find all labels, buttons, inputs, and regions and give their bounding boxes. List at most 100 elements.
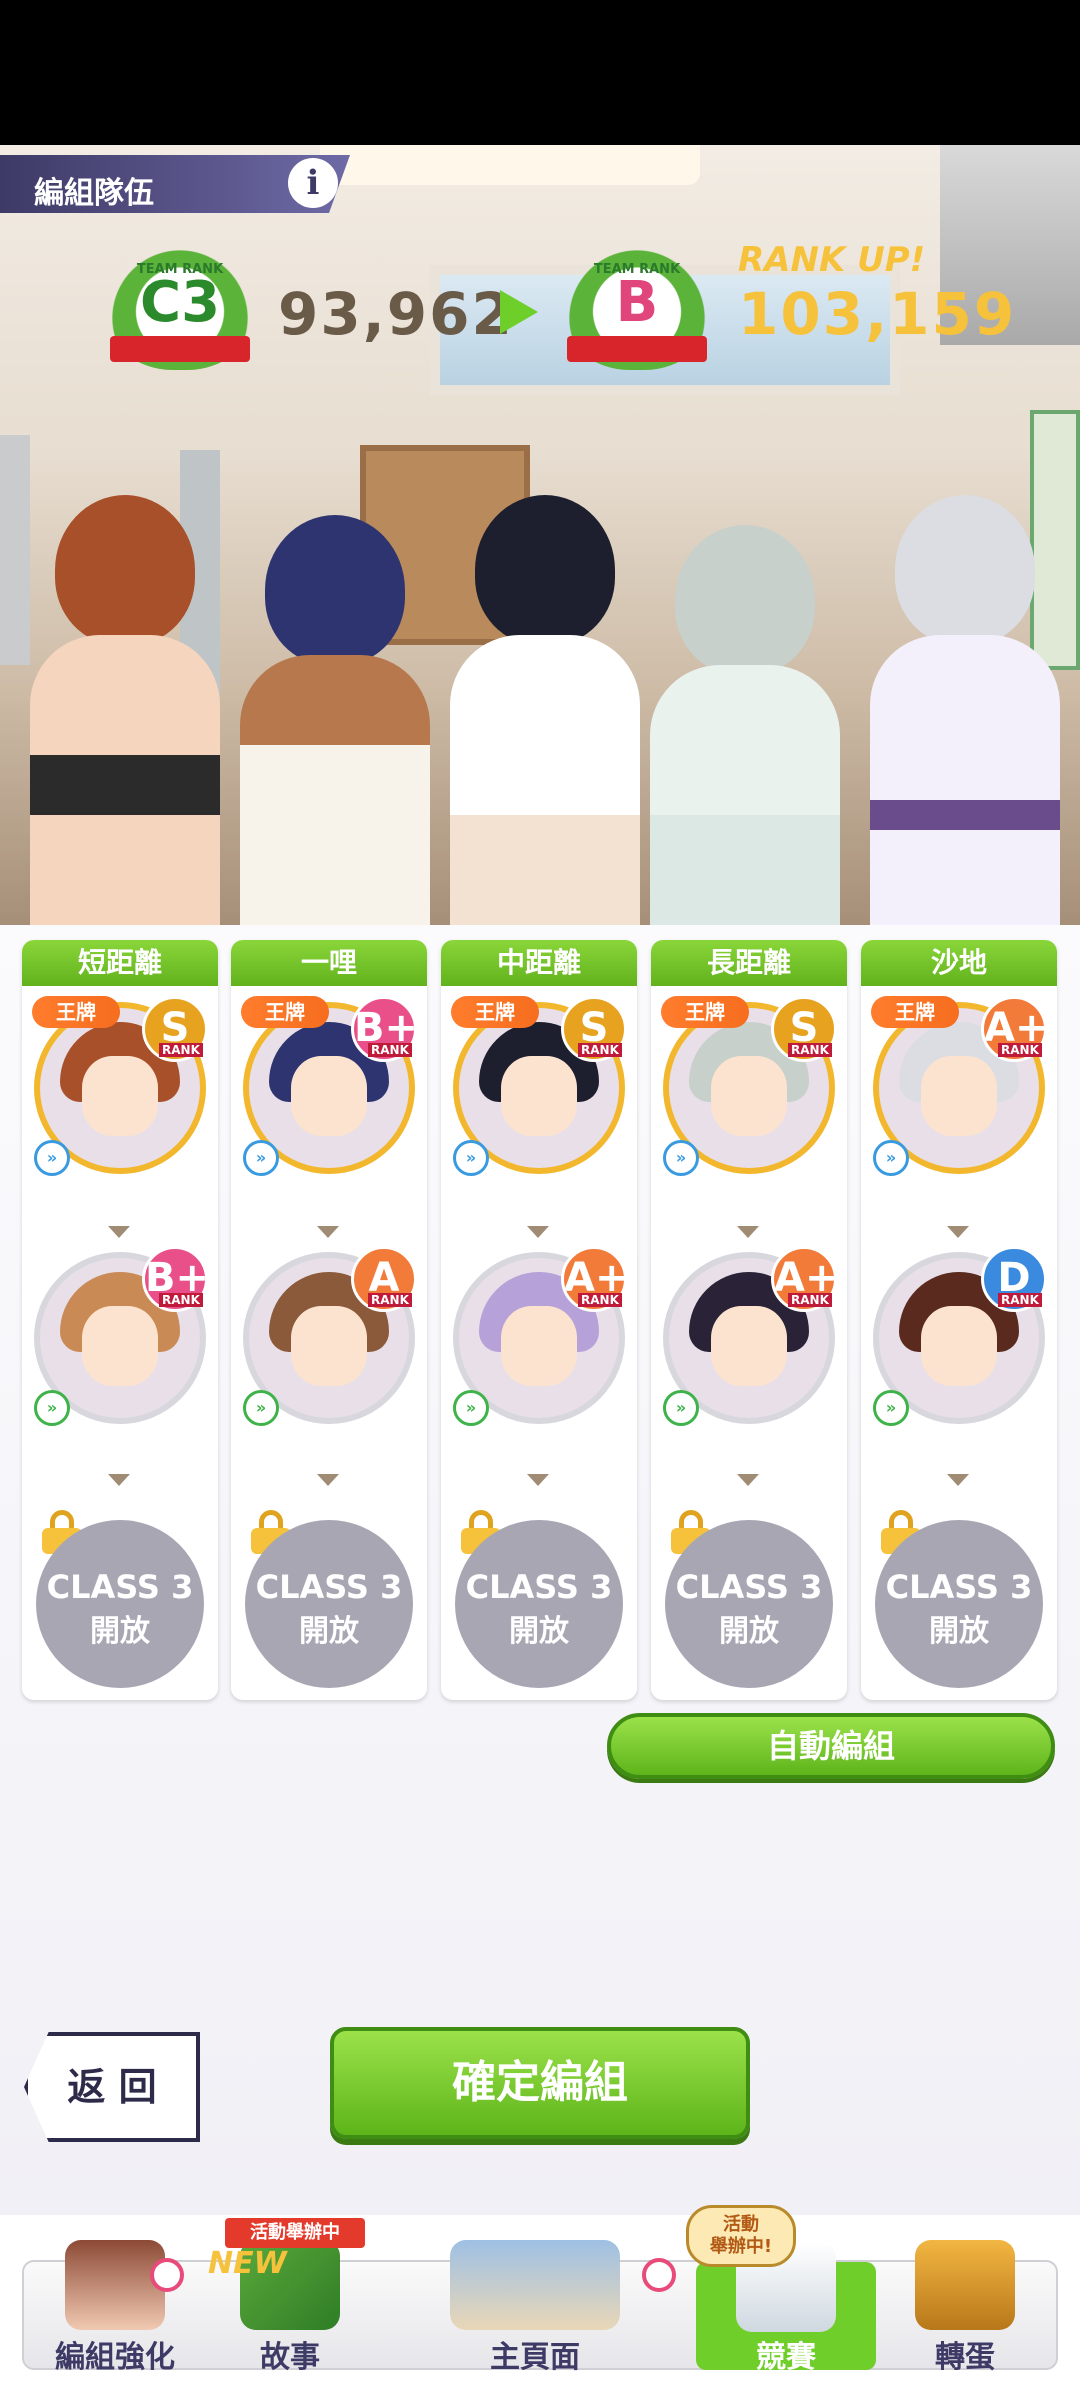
distance-column: 沙地 王牌 A+ RANK » D RANK » CLASS 3 開放 [861, 940, 1057, 1700]
event-bubble-line1: 活動 [723, 2214, 759, 2235]
down-arrow-icon [947, 1226, 969, 1238]
status-bar [0, 0, 1080, 145]
character-4[interactable] [640, 525, 850, 925]
running-style-icon: » [873, 1140, 909, 1176]
rank-up-text: RANK UP! [738, 240, 926, 280]
next-team-rank-badge: TEAM RANK B [562, 240, 712, 370]
current-score: 93,962 [278, 280, 514, 348]
school-building-icon [450, 2240, 620, 2330]
down-arrow-icon [317, 1226, 339, 1238]
rank-label: RANK [788, 1293, 832, 1307]
locked-class-text: CLASS 3 [46, 1568, 194, 1606]
event-bubble: 活動 舉辦中! [686, 2205, 796, 2267]
down-arrow-icon [527, 1474, 549, 1486]
character-3[interactable] [440, 495, 650, 925]
locked-open-text: 開放 [719, 1614, 779, 1649]
nav-gacha[interactable]: 轉蛋 [880, 2220, 1050, 2375]
distance-column: 短距離 王牌 S RANK » B+ RANK » CLASS 3 開放 [22, 940, 218, 1700]
locked-open-text: 開放 [299, 1614, 359, 1649]
running-style-icon: » [243, 1140, 279, 1176]
current-rank: C3 [139, 270, 221, 335]
rank-label: RANK [788, 1043, 832, 1057]
ace-rank-badge: S RANK [561, 996, 627, 1062]
auto-arrange-button[interactable]: 自動編組 [607, 1713, 1055, 1779]
back-button[interactable]: 返 回 [24, 2032, 200, 2142]
member-rank-badge: A+ RANK [771, 1246, 838, 1312]
character-enhance-icon [65, 2240, 165, 2330]
ace-rank-badge: B+ RANK [351, 996, 418, 1062]
ace-rank-badge: A+ RANK [981, 996, 1048, 1062]
nav-home-label: 主頁面 [490, 2340, 580, 2375]
column-title: 沙地 [861, 940, 1057, 986]
ace-badge: 王牌 [871, 996, 959, 1028]
running-style-icon: » [453, 1140, 489, 1176]
rank-label: RANK [159, 1293, 203, 1307]
horseshoe-icon-2 [642, 2258, 676, 2292]
locked-slot[interactable]: CLASS 3 開放 [36, 1520, 204, 1688]
locked-class-text: CLASS 3 [675, 1568, 823, 1606]
ceiling-light [320, 145, 700, 185]
running-style-icon: » [453, 1390, 489, 1426]
nav-race[interactable]: 競賽 [696, 2242, 876, 2375]
down-arrow-icon [737, 1474, 759, 1486]
page-title: 編組隊伍 [34, 176, 154, 211]
current-team-rank-badge: TEAM RANK C3 [105, 240, 255, 370]
locked-class-text: CLASS 3 [465, 1568, 613, 1606]
gacha-gate-icon [915, 2240, 1015, 2330]
distance-column: 中距離 王牌 S RANK » A+ RANK » CLASS 3 開放 [441, 940, 637, 1700]
member-rank-badge: A+ RANK [561, 1246, 628, 1312]
ace-rank-badge: S RANK [771, 996, 837, 1062]
running-style-icon: » [34, 1390, 70, 1426]
rank-label: RANK [368, 1293, 412, 1307]
down-arrow-icon [737, 1226, 759, 1238]
new-score: 103,159 [738, 280, 1017, 348]
down-arrow-icon [317, 1474, 339, 1486]
column-title: 短距離 [22, 940, 218, 986]
confirm-team-button[interactable]: 確定編組 [330, 2027, 750, 2139]
info-icon[interactable]: i [288, 158, 338, 208]
ace-badge: 王牌 [661, 996, 749, 1028]
ace-badge: 王牌 [451, 996, 539, 1028]
down-arrow-icon [947, 1474, 969, 1486]
horseshoe-icon [150, 2258, 184, 2292]
rank-label: RANK [578, 1293, 622, 1307]
running-style-icon: » [243, 1390, 279, 1426]
rank-label: RANK [998, 1043, 1042, 1057]
ace-badge: 王牌 [241, 996, 329, 1028]
ace-badge: 王牌 [32, 996, 120, 1028]
running-style-icon: » [34, 1140, 70, 1176]
member-rank-badge: B+ RANK [142, 1246, 209, 1312]
locked-slot[interactable]: CLASS 3 開放 [245, 1520, 413, 1688]
running-style-icon: » [663, 1140, 699, 1176]
down-arrow-icon [108, 1226, 130, 1238]
distance-column: 長距離 王牌 S RANK » A+ RANK » CLASS 3 開放 [651, 940, 847, 1700]
running-style-icon: » [663, 1390, 699, 1426]
character-5[interactable] [850, 495, 1080, 925]
locked-class-text: CLASS 3 [255, 1568, 403, 1606]
member-rank-badge: A RANK [351, 1246, 417, 1312]
next-rank: B [615, 270, 659, 335]
locked-slot[interactable]: CLASS 3 開放 [665, 1520, 833, 1688]
distance-column: 一哩 王牌 B+ RANK » A RANK » CLASS 3 開放 [231, 940, 427, 1700]
nav-gacha-label: 轉蛋 [935, 2340, 995, 2375]
nav-enhance[interactable]: 編組強化 [40, 2220, 190, 2375]
event-ongoing-tag: 活動舉辦中 [225, 2218, 365, 2248]
down-arrow-icon [527, 1226, 549, 1238]
locked-open-text: 開放 [509, 1614, 569, 1649]
nav-race-label: 競賽 [756, 2340, 816, 2375]
rank-label: RANK [159, 1043, 203, 1057]
right-arrow-icon [500, 290, 538, 334]
rank-label: RANK [998, 1293, 1042, 1307]
nav-enhance-label: 編組強化 [55, 2340, 175, 2375]
character-1[interactable] [10, 495, 240, 925]
down-arrow-icon [108, 1474, 130, 1486]
locked-class-text: CLASS 3 [885, 1568, 1033, 1606]
locked-slot[interactable]: CLASS 3 開放 [455, 1520, 623, 1688]
member-rank-badge: D RANK [981, 1246, 1047, 1312]
character-2[interactable] [230, 515, 440, 925]
ace-rank-badge: S RANK [142, 996, 208, 1062]
nav-home[interactable]: 主頁面 [410, 2220, 660, 2375]
locked-slot[interactable]: CLASS 3 開放 [875, 1520, 1043, 1688]
column-title: 一哩 [231, 940, 427, 986]
new-tag: NEW [208, 2246, 287, 2281]
